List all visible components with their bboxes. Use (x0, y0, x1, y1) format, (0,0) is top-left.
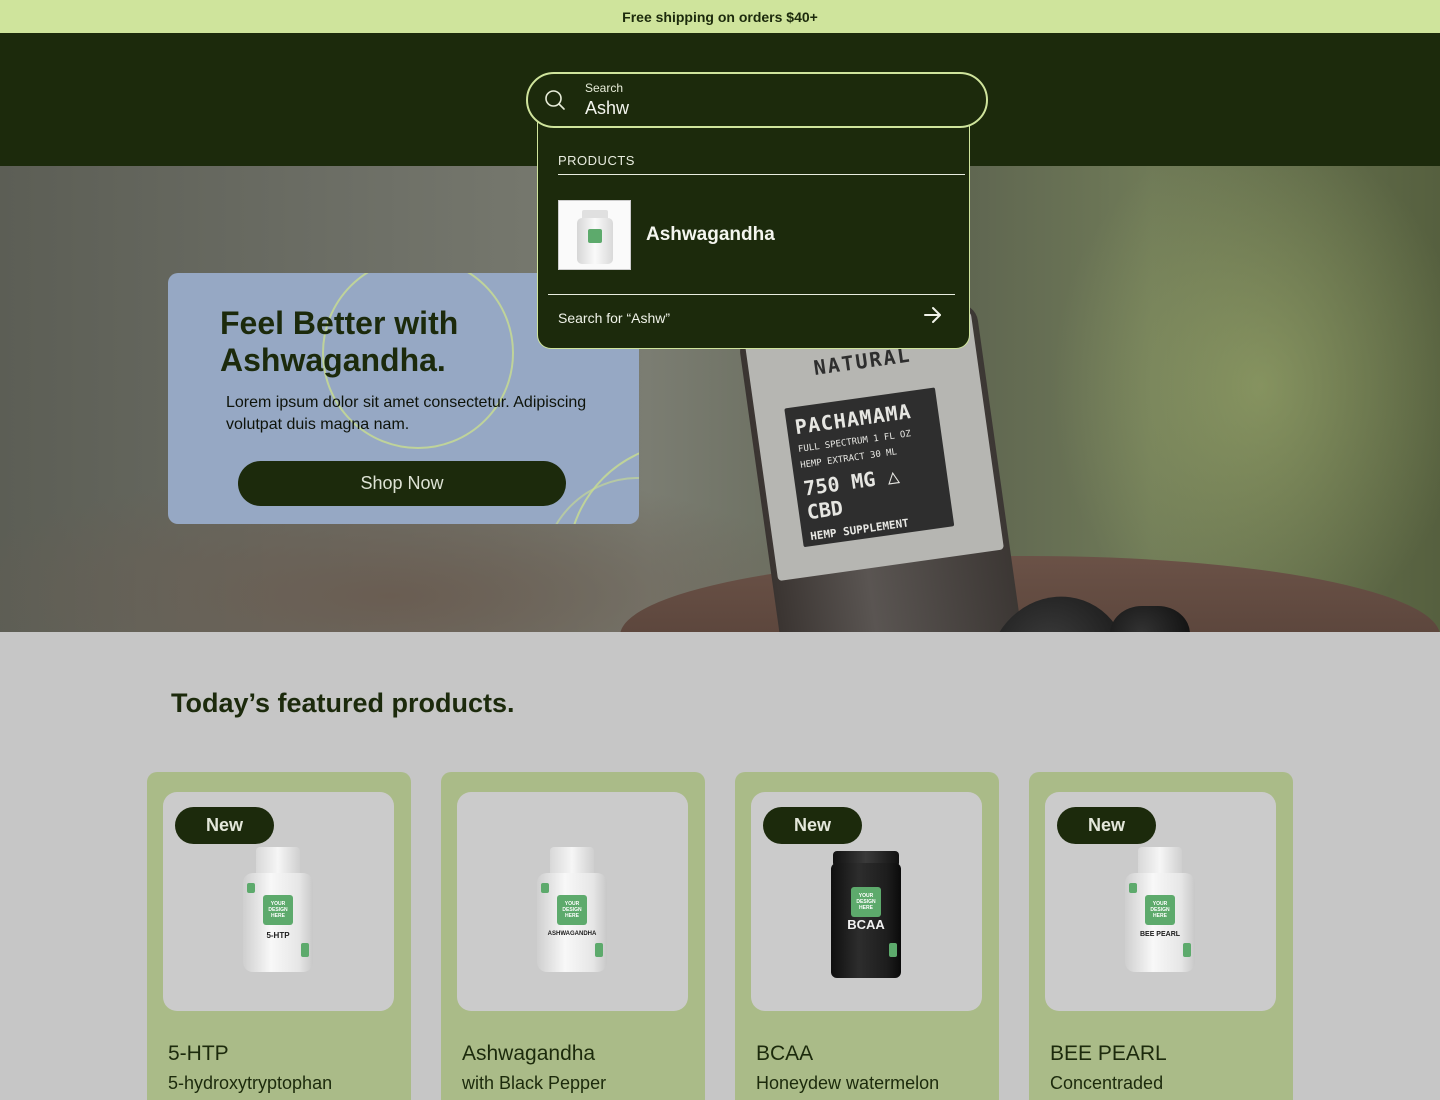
product-name: Ashwagandha (462, 1042, 596, 1065)
results-heading: PRODUCTS (558, 153, 635, 168)
search-icon (545, 90, 565, 110)
announcement-text: Free shipping on orders $40+ (622, 8, 818, 25)
product-card[interactable]: YOUR DESIGN HERE ASHWAGANDHA Ashwagandha… (441, 772, 705, 1100)
jar-patch: YOUR DESIGN HERE (557, 895, 587, 925)
search-bar[interactable]: Search Ashw (526, 72, 988, 128)
jar-patch: YOUR DESIGN HERE (851, 887, 881, 917)
product-subtitle: with Black Pepper (462, 1073, 607, 1093)
search-for-link[interactable]: Search for “Ashw” (558, 310, 670, 326)
new-badge: New (175, 807, 274, 844)
product-image: New YOUR DESIGN HERE 5-HTP (163, 792, 394, 1011)
hero-description: Lorem ipsum dolor sit amet consectetur. … (226, 394, 587, 433)
product-name: BCAA (756, 1042, 814, 1065)
jar-label: ASHWAGANDHA (547, 931, 597, 937)
shop-now-button[interactable]: Shop Now (238, 461, 566, 506)
result-thumbnail (558, 200, 631, 270)
announcement-bar: Free shipping on orders $40+ (0, 0, 1440, 33)
search-result-item[interactable]: Ashwagandha (558, 200, 965, 270)
result-name: Ashwagandha (646, 224, 775, 245)
product-jar: YOUR DESIGN HERE 5-HTP (243, 847, 313, 972)
product-card[interactable]: New YOUR DESIGN HERE 5-HTP 5-HTP 5-hydro… (147, 772, 411, 1100)
jar-patch: YOUR DESIGN HERE (1145, 895, 1175, 925)
featured-title: Today’s featured products. (171, 688, 515, 718)
product-jar: YOUR DESIGN HERE BCAA (831, 847, 901, 978)
jar-label: BEE PEARL (1139, 931, 1181, 938)
product-image: YOUR DESIGN HERE ASHWAGANDHA (457, 792, 688, 1011)
product-subtitle: 5-hydroxytryptophan (168, 1073, 333, 1093)
product-subtitle: Honeydew watermelon (756, 1073, 940, 1093)
new-badge: New (763, 807, 862, 844)
product-card[interactable]: New YOUR DESIGN HERE BEE PEARL BEE PEARL… (1029, 772, 1293, 1100)
hero-title: Feel Better with Ashwagandha. (220, 305, 459, 378)
search-results-dropdown: PRODUCTS Ashwagandha Search for “Ashw” (537, 120, 970, 349)
bottle-label: NATURAL PACHAMAMA FULL SPECTRUM 1 FL OZ … (744, 311, 1005, 582)
product-image: New YOUR DESIGN HERE BEE PEARL (1045, 792, 1276, 1011)
bottle-brand-box: PACHAMAMA FULL SPECTRUM 1 FL OZ HEMP EXT… (784, 387, 955, 548)
product-jar: YOUR DESIGN HERE ASHWAGANDHA (537, 847, 607, 972)
product-name: BEE PEARL (1050, 1042, 1167, 1065)
results-divider-bottom (548, 294, 955, 295)
new-badge: New (1057, 807, 1156, 844)
jar-patch: YOUR DESIGN HERE (263, 895, 293, 925)
results-divider (558, 174, 965, 175)
arrow-right-icon[interactable] (922, 304, 944, 326)
jar-label: BCAA (847, 917, 885, 932)
product-jar: YOUR DESIGN HERE BEE PEARL (1125, 847, 1195, 972)
product-image: New YOUR DESIGN HERE BCAA (751, 792, 982, 1011)
search-input[interactable]: Ashw (585, 98, 629, 119)
search-label: Search (585, 81, 624, 95)
product-subtitle: Concentraded (1050, 1073, 1164, 1093)
jar-label: 5-HTP (266, 931, 290, 940)
hero-bottle-image: NATURAL PACHAMAMA FULL SPECTRUM 1 FL OZ … (737, 300, 1023, 632)
product-card[interactable]: New YOUR DESIGN HERE BCAA BCAA Honeydew … (735, 772, 999, 1100)
product-name: 5-HTP (168, 1042, 229, 1065)
